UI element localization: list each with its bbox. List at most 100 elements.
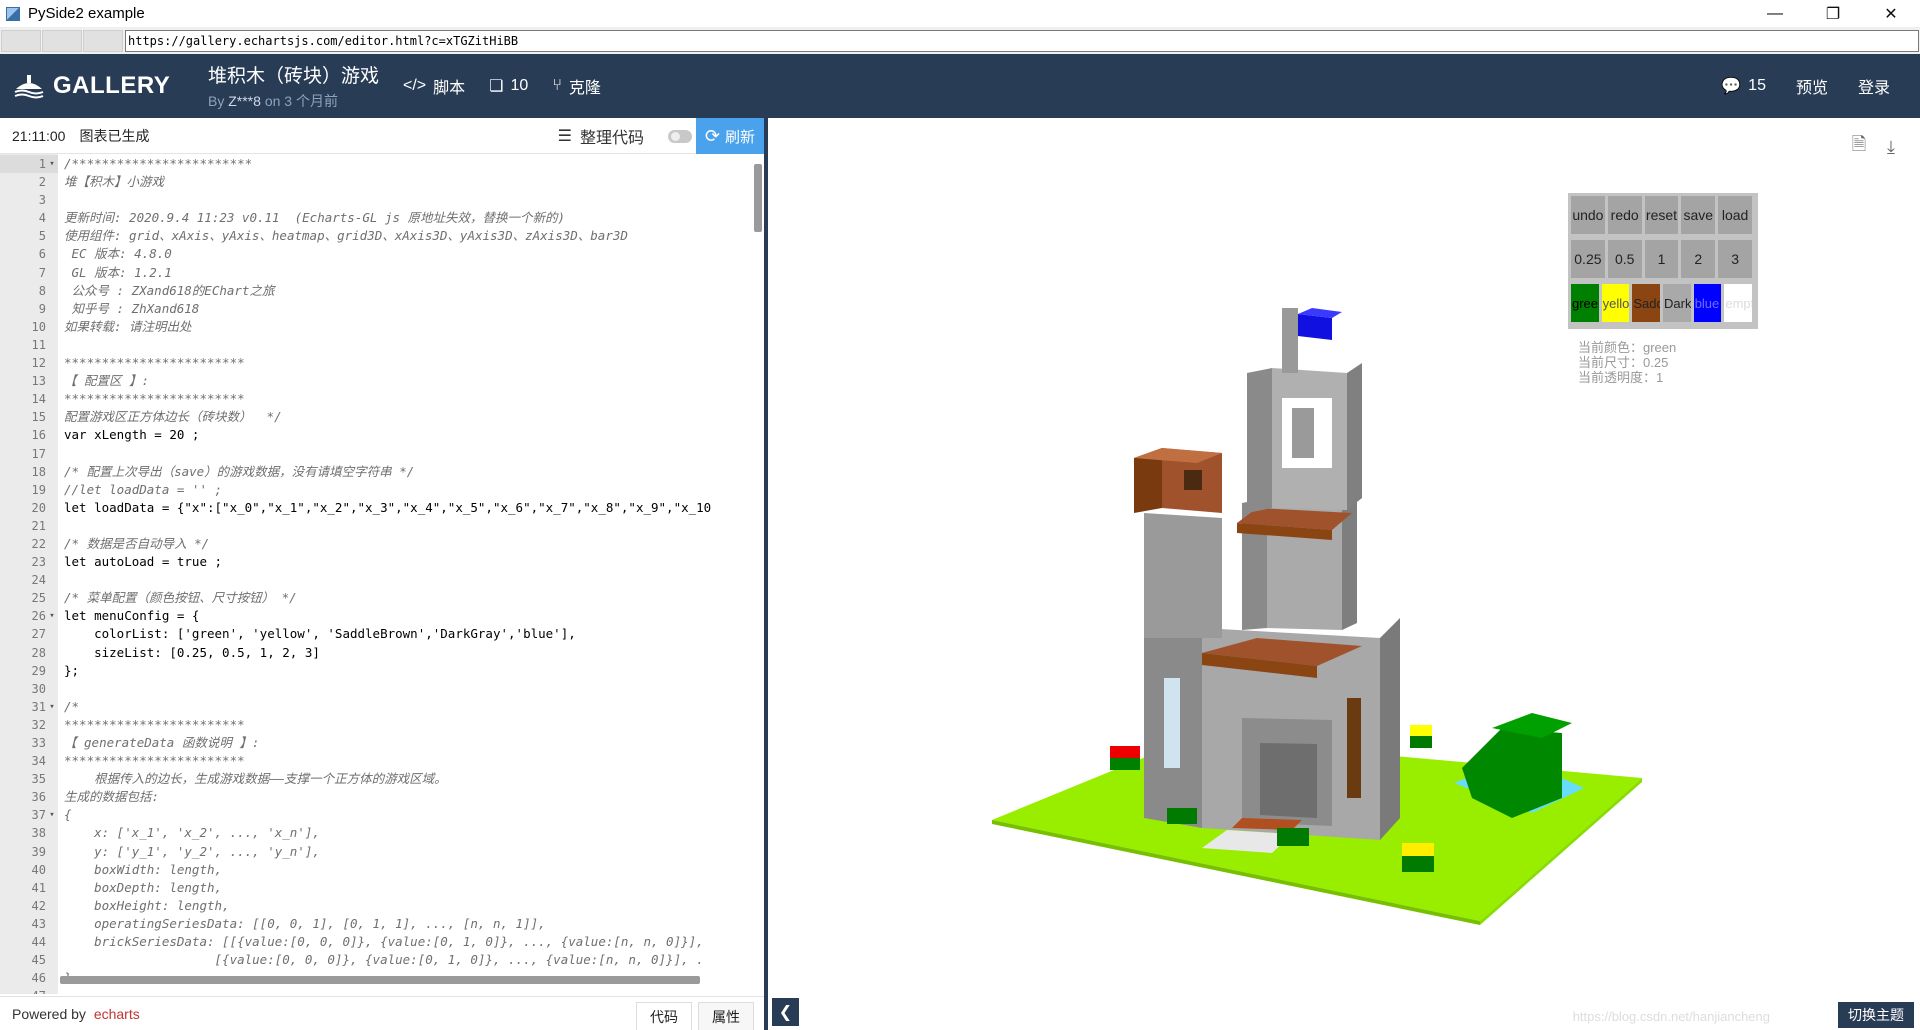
line-number: 30 — [31, 681, 46, 696]
fold-toggle — [46, 318, 58, 336]
preview-link[interactable]: 预览 — [1796, 74, 1828, 98]
fold-toggle[interactable]: ▾ — [46, 607, 58, 625]
version-count-button[interactable]: ❏ 10 — [489, 76, 528, 96]
format-code-button[interactable]: ☰ 整理代码 — [558, 118, 644, 154]
script-button[interactable]: </> 脚本 — [403, 74, 465, 98]
code-line: 26 ▾ let menuConfig = { — [0, 607, 764, 625]
chevron-left-icon: ❮ — [778, 1004, 793, 1021]
line-code: 知乎号 : ZhXand618 — [64, 300, 200, 316]
tab-properties[interactable]: 属性 — [698, 1002, 754, 1030]
forward-button[interactable] — [42, 30, 82, 52]
fold-toggle — [46, 915, 58, 933]
refresh-label: 刷新 — [725, 128, 756, 146]
redo-button[interactable]: redo — [1607, 196, 1642, 234]
fold-toggle — [46, 933, 58, 951]
tab-code[interactable]: 代码 — [636, 1002, 692, 1030]
reset-button[interactable]: reset — [1644, 196, 1679, 234]
line-code: 配置游戏区正方体边长（砖块数） */ — [64, 409, 282, 425]
fold-toggle — [46, 354, 58, 372]
fold-toggle[interactable]: ▾ — [46, 155, 58, 174]
size-0-5-button[interactable]: 0.5 — [1607, 240, 1642, 278]
fold-toggle — [46, 951, 58, 969]
load-button[interactable]: load — [1718, 196, 1752, 234]
login-link[interactable]: 登录 — [1858, 74, 1890, 98]
back-button[interactable] — [1, 30, 41, 52]
line-number: 43 — [31, 916, 46, 931]
fold-toggle[interactable]: ▾ — [46, 806, 58, 824]
fold-toggle — [46, 191, 58, 209]
line-number: 4 — [38, 211, 46, 226]
url-input[interactable]: https://gallery.echartsjs.com/editor.htm… — [125, 30, 1919, 52]
fold-toggle — [46, 245, 58, 263]
fold-toggle — [46, 644, 58, 662]
switch-theme-button[interactable]: 切换主题 — [1838, 1002, 1914, 1028]
fold-toggle — [46, 680, 58, 698]
line-code: 【 配置区 】: — [64, 373, 150, 389]
code-editor-panel: 21:11:00 图表已生成 ☰ 整理代码 ⟳ 刷新 1 ▾/**********… — [0, 118, 768, 1030]
size-1-button[interactable]: 1 — [1644, 240, 1679, 278]
line-code: var xLength = 20 ; — [64, 427, 200, 443]
size-2-button[interactable]: 2 — [1681, 240, 1716, 278]
ship-logo-icon — [14, 75, 44, 99]
clone-button[interactable]: ⑂ 克隆 — [552, 74, 601, 98]
size-0-25-button[interactable]: 0.25 — [1571, 240, 1605, 278]
comment-icon: 💬 — [1721, 78, 1742, 95]
size-3-button[interactable]: 3 — [1718, 240, 1752, 278]
fold-toggle[interactable]: ▾ — [46, 698, 58, 716]
fold-toggle — [46, 282, 58, 300]
line-code: /* 配置上次导出（save）的游戏数据，没有请填空字符串 */ — [64, 463, 415, 479]
line-code: /************************ — [64, 156, 253, 171]
code-line: 25 /* 菜单配置（颜色按钮、尺寸按钮） */ — [0, 589, 764, 607]
code-line: 19 //let loadData = '' ; — [0, 481, 764, 499]
code-line: 28 sizeList: [0.25, 0.5, 1, 2, 3] — [0, 644, 764, 662]
fold-toggle — [46, 987, 58, 994]
collapse-editor-button[interactable]: ❮ — [772, 998, 799, 1026]
flag-pole — [1282, 308, 1298, 373]
code-line: 33 【 generateData 函数说明 】: — [0, 734, 764, 752]
green-block-3 — [1410, 736, 1432, 748]
line-code: [{value:[0, 0, 0]}, {value:[0, 1, 0]}, .… — [64, 952, 704, 968]
maximize-button[interactable]: ❐ — [1804, 0, 1862, 28]
line-number: 36 — [31, 790, 46, 805]
line-number: 44 — [31, 935, 46, 950]
refresh-button[interactable]: ⟳ 刷新 — [696, 118, 764, 154]
minimize-button[interactable]: — — [1746, 0, 1804, 28]
horizontal-scrollbar[interactable] — [60, 976, 700, 984]
header-right: 💬 15 预览 登录 — [1691, 54, 1890, 118]
color-blue-button[interactable]: blue — [1693, 284, 1722, 322]
download-icon[interactable]: ⤓ — [1880, 136, 1902, 158]
color-green-button[interactable]: green — [1571, 284, 1599, 322]
code-line: 40 boxWidth: length, — [0, 861, 764, 879]
color-empty-button[interactable]: empty — [1724, 284, 1753, 322]
code-area[interactable]: 1 ▾/************************ 2 堆【积木】小游戏 3 4 更新… — [0, 154, 764, 994]
powered-by: Powered by echarts — [12, 1006, 140, 1022]
line-code: 如果转载: 请注明出处 — [64, 318, 192, 334]
line-number: 40 — [31, 862, 46, 877]
line-code: /* 菜单配置（颜色按钮、尺寸按钮） */ — [64, 590, 297, 606]
gallery-logo[interactable]: GALLERY — [13, 72, 193, 100]
author-name[interactable]: Z***8 — [228, 93, 261, 109]
code-line: 47 — [0, 987, 764, 994]
format-label: 整理代码 — [579, 130, 644, 147]
time-suffix: on 3 个月前 — [264, 93, 338, 109]
close-button[interactable]: ✕ — [1862, 0, 1920, 28]
echarts-link[interactable]: echarts — [94, 1006, 140, 1022]
reload-button[interactable] — [83, 30, 123, 52]
auto-run-toggle[interactable] — [668, 130, 692, 143]
line-code: 公众号 : ZXand618的EChart之旅 — [64, 282, 275, 298]
save-button[interactable]: save — [1681, 196, 1716, 234]
undo-button[interactable]: undo — [1571, 196, 1605, 234]
line-number: 19 — [31, 482, 46, 497]
color-yellow-button[interactable]: yellow — [1601, 284, 1630, 322]
comments-button[interactable]: 💬 15 — [1721, 76, 1766, 96]
turret-right — [1347, 363, 1362, 510]
vertical-scrollbar[interactable] — [754, 164, 762, 232]
code-line: 27 colorList: ['green', 'yellow', 'Saddl… — [0, 625, 764, 643]
color-darkgray-button[interactable]: DarkGray — [1663, 284, 1691, 322]
color-saddlebrown-button[interactable]: SaddleBrown — [1632, 284, 1661, 322]
line-number: 26 — [31, 609, 46, 624]
code-line: 23 let autoLoad = true ; — [0, 553, 764, 571]
data-view-icon[interactable]: 🗎 — [1848, 134, 1870, 158]
fold-toggle — [46, 625, 58, 643]
